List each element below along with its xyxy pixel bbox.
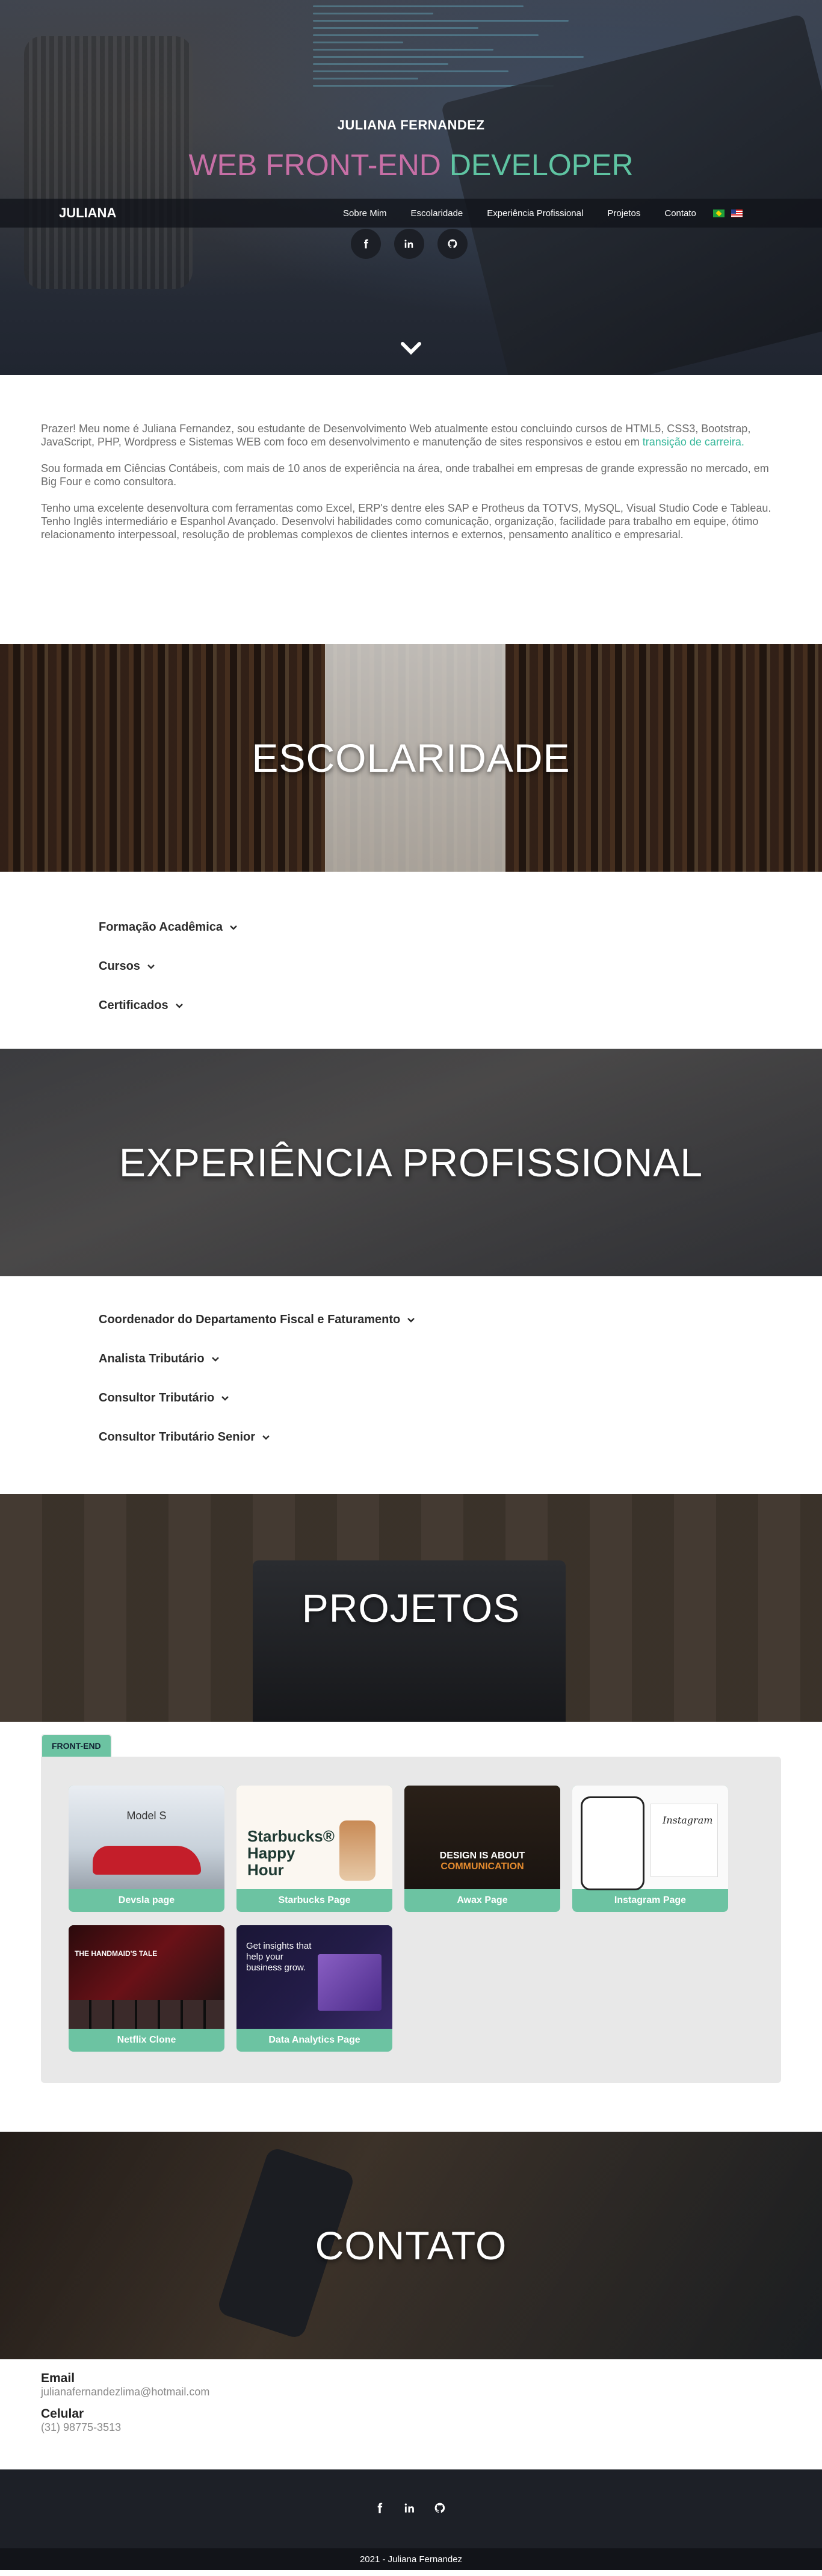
accordion-label: Consultor Tributário (99, 1391, 215, 1404)
linkedin-icon[interactable] (404, 2502, 416, 2517)
accordion-label: Cursos (99, 960, 140, 973)
email-label: Email (41, 2371, 75, 2385)
project-thumbnail: Model S (69, 1786, 224, 1889)
github-icon[interactable] (434, 2502, 446, 2517)
projects-panel: Model S Devsla page Starbucks® Happy Hou… (41, 1757, 781, 2083)
project-thumbnail: Starbucks® Happy Hour (236, 1786, 392, 1889)
experience-heading: EXPERIÊNCIA PROFISSIONAL (119, 1140, 703, 1185)
accordion-label: Formação Acadêmica (99, 920, 223, 934)
contact-heading: CONTATO (315, 2223, 507, 2268)
project-thumbnail: THE HANDMAID'S TALE (69, 1925, 224, 2029)
phone-value[interactable]: (31) 98775-3513 (41, 2421, 781, 2434)
projects-grid: Model S Devsla page Starbucks® Happy Hou… (69, 1786, 781, 2052)
chevron-down-icon (407, 1317, 415, 1323)
hero-title-part2: DEVELOPER (449, 148, 634, 182)
usa-flag-icon[interactable] (731, 209, 743, 217)
hero-name: JULIANA FERNANDEZ (337, 117, 485, 132)
contact-section: Email julianafernandezlima@hotmail.com C… (0, 2359, 822, 2469)
contact-banner: CONTATO (0, 2132, 822, 2359)
navbar-brand[interactable]: JULIANA (59, 205, 116, 221)
tab-front-end[interactable]: FRONT-END (41, 1734, 112, 1757)
experience-accordion: Coordenador do Departamento Fiscal e Fat… (0, 1276, 822, 1494)
about-paragraph-2: Sou formada em Ciências Contábeis, com m… (41, 462, 769, 488)
project-card-data-analytics[interactable]: Get insights that help your business gro… (236, 1925, 392, 2052)
accordion-cursos[interactable]: Cursos (99, 947, 822, 986)
thumbnail-text: DESIGN IS ABOUT COMMUNICATION (404, 1851, 560, 1872)
facebook-icon[interactable] (374, 2502, 386, 2517)
phone-label: Celular (41, 2407, 84, 2421)
projects-banner: PROJETOS (0, 1494, 822, 1722)
experience-banner: EXPERIÊNCIA PROFISSIONAL (0, 1049, 822, 1276)
brazil-flag-icon[interactable] (712, 209, 725, 217)
project-thumbnail: Get insights that help your business gro… (236, 1925, 392, 2029)
project-card-instagram[interactable]: Instagram Instagram Page (572, 1786, 728, 1912)
project-card-label: Starbucks Page (278, 1895, 351, 1905)
accordion-label: Coordenador do Departamento Fiscal e Fat… (99, 1313, 401, 1326)
nav-link-experiencia[interactable]: Experiência Profissional (487, 208, 583, 219)
email-value[interactable]: julianafernandezlima@hotmail.com (41, 2386, 781, 2398)
project-card-label: Data Analytics Page (268, 2035, 360, 2045)
accordion-label: Certificados (99, 999, 168, 1012)
accordion-certificados[interactable]: Certificados (99, 986, 822, 1025)
hero-section: JULIANA FERNANDEZ WEB FRONT-END DEVELOPE… (0, 0, 822, 375)
chevron-down-icon (147, 964, 155, 969)
education-heading: ESCOLARIDADE (252, 736, 570, 780)
accordion-consultor[interactable]: Consultor Tributário (99, 1379, 822, 1418)
project-card-awax[interactable]: DESIGN IS ABOUT COMMUNICATION Awax Page (404, 1786, 560, 1912)
accordion-analista[interactable]: Analista Tributário (99, 1339, 822, 1379)
chevron-down-icon (262, 1435, 270, 1440)
navbar: JULIANA Sobre Mim Escolaridade Experiênc… (0, 199, 822, 228)
accordion-formacao[interactable]: Formação Acadêmica (99, 908, 822, 947)
thumbnail-text-line-2: COMMUNICATION (440, 1861, 524, 1872)
chevron-down-icon (211, 1356, 219, 1362)
project-card-label: Devsla page (118, 1895, 175, 1905)
projects-heading: PROJETOS (301, 1586, 521, 1630)
thumbnail-text: Instagram (663, 1814, 713, 1826)
about-paragraph-1: Prazer! Meu nome é Juliana Fernandez, so… (41, 422, 781, 448)
nav-link-sobre-mim[interactable]: Sobre Mim (343, 208, 387, 219)
nav-links: Sobre Mim Escolaridade Experiência Profi… (343, 208, 749, 219)
projects-section: FRONT-END Model S Devsla page Starbucks®… (0, 1722, 822, 2132)
nav-link-projetos[interactable]: Projetos (607, 208, 640, 219)
project-card-label: Awax Page (457, 1895, 508, 1905)
project-thumbnail: DESIGN IS ABOUT COMMUNICATION (404, 1786, 560, 1889)
education-banner: ESCOLARIDADE (0, 644, 822, 872)
thumbnail-text: Starbucks® Happy Hour (247, 1827, 335, 1879)
footer: 2021 - Juliana Fernandez (0, 2469, 822, 2570)
chevron-down-icon (221, 1395, 229, 1401)
thumbnail-text: Model S (126, 1810, 167, 1822)
thumbnail-text: Get insights that help your business gro… (246, 1941, 312, 1973)
chevron-down-icon[interactable] (401, 341, 421, 356)
project-card-label: Instagram Page (614, 1895, 687, 1905)
accordion-consultor-senior[interactable]: Consultor Tributário Senior (99, 1418, 822, 1457)
education-accordion: Formação Acadêmica Cursos Certificados (0, 872, 822, 1049)
nav-link-escolaridade[interactable]: Escolaridade (411, 208, 463, 219)
facebook-icon[interactable] (351, 229, 381, 259)
project-card-netflix[interactable]: THE HANDMAID'S TALE Netflix Clone (69, 1925, 224, 2052)
hero-social-links (351, 229, 468, 259)
footer-social-links (374, 2502, 446, 2517)
project-card-starbucks[interactable]: Starbucks® Happy Hour Starbucks Page (236, 1786, 392, 1912)
hero-title: WEB FRONT-END DEVELOPER (0, 147, 822, 182)
chevron-down-icon (230, 925, 237, 930)
accordion-label: Analista Tributário (99, 1352, 205, 1365)
project-card-label: Netflix Clone (117, 2035, 176, 2045)
chevron-down-icon (175, 1003, 183, 1008)
about-paragraph-3: Tenho uma excelente desenvoltura com fer… (41, 502, 771, 541)
thumbnail-text: THE HANDMAID'S TALE (75, 1949, 158, 1958)
project-card-devsla[interactable]: Model S Devsla page (69, 1786, 224, 1912)
about-highlight: transição de carreira. (642, 436, 744, 448)
github-icon[interactable] (437, 229, 468, 259)
thumbnail-text-line-1: DESIGN IS ABOUT (439, 1851, 525, 1861)
nav-link-contato[interactable]: Contato (664, 208, 696, 219)
about-section: Prazer! Meu nome é Juliana Fernandez, so… (0, 375, 822, 644)
copyright: 2021 - Juliana Fernandez (0, 2548, 822, 2570)
accordion-label: Consultor Tributário Senior (99, 1430, 256, 1444)
linkedin-icon[interactable] (394, 229, 424, 259)
project-thumbnail: Instagram (572, 1786, 728, 1890)
accordion-coordenador[interactable]: Coordenador do Departamento Fiscal e Fat… (99, 1300, 822, 1339)
hero-title-part1: WEB FRONT-END (188, 148, 441, 182)
